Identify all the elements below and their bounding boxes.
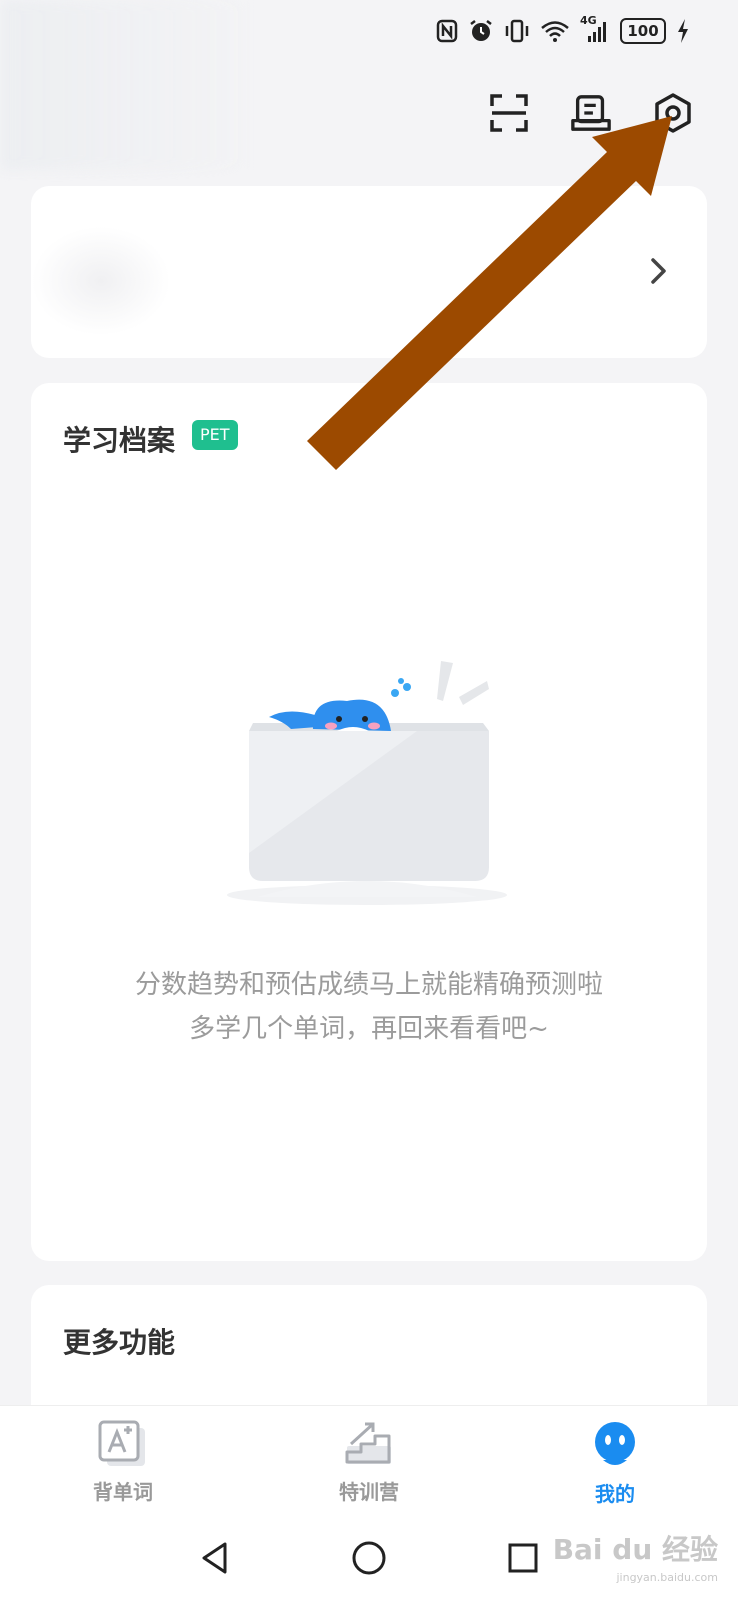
home-icon[interactable]	[351, 1540, 387, 1576]
more-features-card: 更多功能	[31, 1285, 707, 1425]
scan-button[interactable]	[488, 92, 530, 134]
charging-icon	[678, 19, 688, 43]
status-icons: 4G 100	[436, 14, 690, 44]
settings-icon	[655, 93, 691, 133]
back-icon[interactable]	[199, 1541, 231, 1575]
tab-label: 背单词	[93, 1480, 153, 1504]
empty-state-text: 分数趋势和预估成绩马上就能精确预测啦 多学几个单词，再回来看看吧~	[31, 963, 707, 1051]
empty-state-line-2: 多学几个单词，再回来看看吧~	[189, 1014, 549, 1044]
status-bar: 4G 100	[0, 0, 738, 170]
stairs-icon	[345, 1422, 391, 1464]
more-features-title: 更多功能	[63, 1326, 176, 1359]
scan-icon	[490, 94, 528, 132]
tab-mine[interactable]: 我的	[492, 1406, 738, 1516]
recents-icon[interactable]	[507, 1542, 539, 1574]
bottom-tab-bar: 背单词 特训营 我的	[0, 1405, 738, 1516]
vibrate-icon	[505, 19, 529, 43]
battery-icon: 100	[620, 18, 666, 44]
tab-label: 我的	[595, 1482, 635, 1506]
chevron-right-icon	[651, 258, 666, 284]
tab-label: 特训营	[339, 1480, 399, 1504]
watermark-brand: Bai du 经验	[552, 1533, 718, 1566]
profile-card[interactable]	[31, 186, 707, 358]
study-record-card: 学习档案 PET 分数趋势和预估成绩马上就能精确预测啦 多学几个单词，再回来看看…	[31, 383, 707, 1261]
system-nav-bar: Bai du 经验 jingyan.baidu.com	[0, 1515, 738, 1600]
study-record-title: 学习档案	[63, 424, 176, 457]
wifi-icon	[541, 21, 569, 42]
battery-level: 100	[627, 22, 659, 40]
word-card-icon	[98, 1420, 145, 1466]
watermark: Bai du 经验 jingyan.baidu.com	[553, 1536, 718, 1592]
header-actions	[488, 92, 694, 134]
blurred-area	[0, 0, 260, 170]
nfc-icon	[436, 19, 458, 43]
tab-training[interactable]: 特训营	[246, 1406, 492, 1516]
watermark-url: jingyan.baidu.com	[616, 1571, 718, 1584]
empty-state-line-1: 分数趋势和预估成绩马上就能精确预测啦	[134, 970, 603, 1000]
checkin-button[interactable]	[570, 92, 612, 134]
signal-icon: 4G	[580, 14, 610, 44]
tab-words[interactable]: 背单词	[0, 1406, 246, 1516]
settings-button[interactable]	[652, 92, 694, 134]
alarm-icon	[470, 20, 492, 41]
blurred-avatar	[31, 226, 171, 336]
mascot-icon	[595, 1422, 635, 1465]
checkin-icon	[571, 95, 611, 131]
empty-state-illustration	[227, 661, 507, 905]
exam-badge[interactable]: PET	[192, 420, 238, 450]
